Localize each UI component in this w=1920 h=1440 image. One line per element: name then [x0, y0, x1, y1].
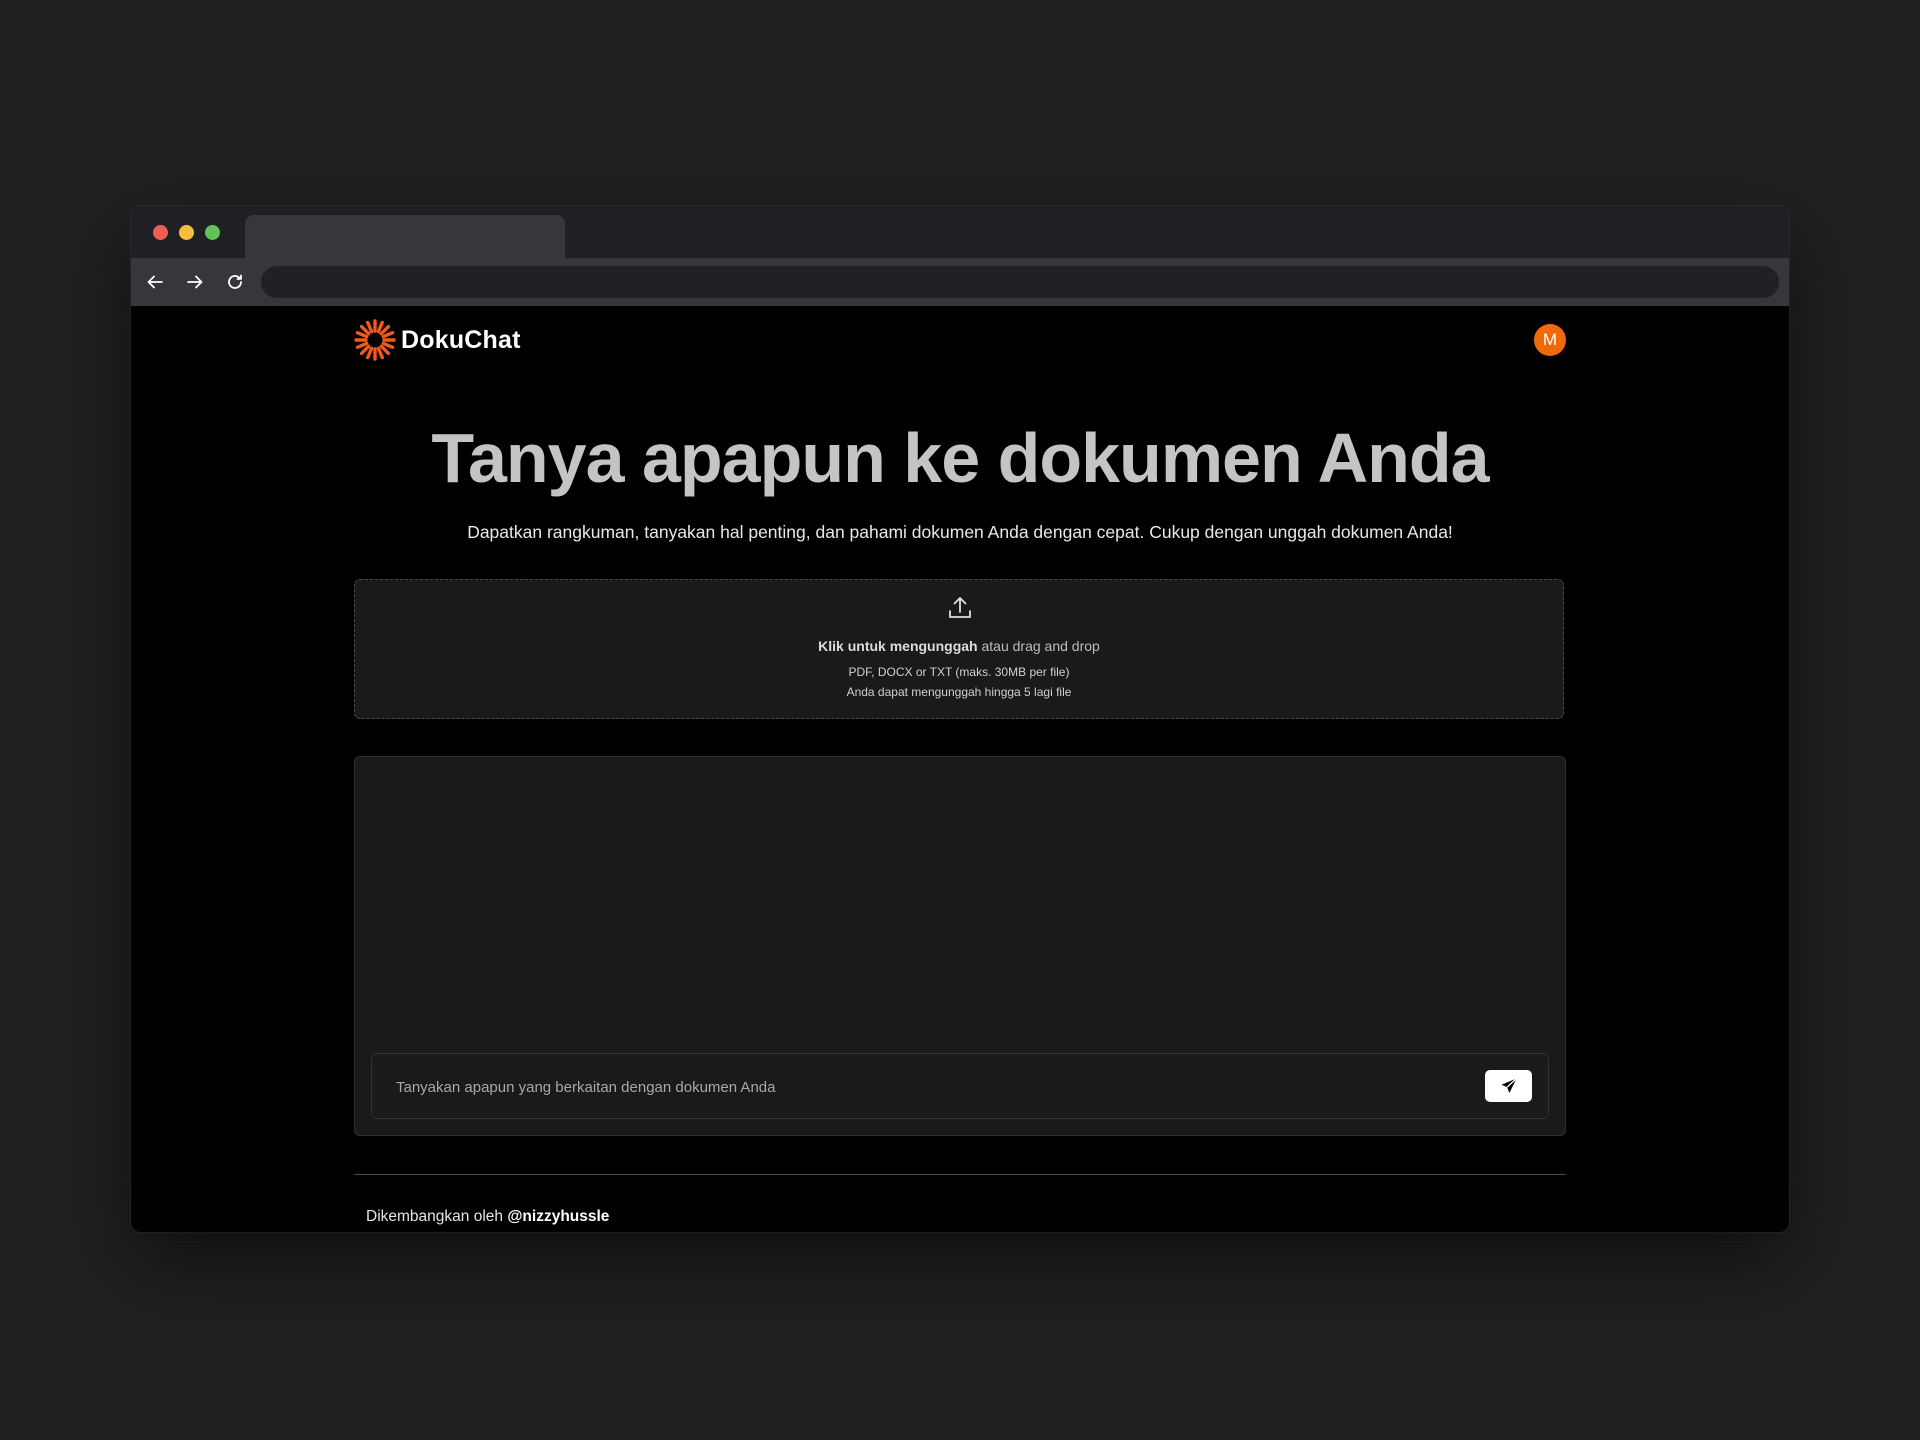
user-avatar[interactable]: M [1534, 324, 1566, 356]
browser-titlebar [131, 206, 1789, 258]
footer-prefix: Dikembangkan oleh [366, 1208, 508, 1225]
back-arrow-icon[interactable] [141, 268, 169, 296]
upload-limit: Anda dapat mengunggah hingga 5 lagi file [846, 685, 1072, 699]
page-content: DokuChat M Tanya apapun ke dokumen Anda … [131, 306, 1789, 1232]
upload-instruction: Klik untuk mengunggah atau drag and drop [355, 638, 1563, 654]
upload-icon [949, 597, 971, 618]
footer-credit: Dikembangkan oleh @nizzyhussle [366, 1208, 609, 1226]
main-container: DokuChat M Tanya apapun ke dokumen Anda … [354, 306, 1566, 1232]
chat-input-row [371, 1053, 1549, 1119]
browser-window: DokuChat M Tanya apapun ke dokumen Anda … [131, 206, 1789, 1232]
upload-drag-label: atau drag and drop [977, 638, 1100, 654]
page-title: Tanya apapun ke dokumen Anda [431, 419, 1489, 497]
app-header: DokuChat M [354, 318, 1566, 362]
footer-divider [354, 1174, 1566, 1175]
browser-tab[interactable] [245, 215, 565, 258]
forward-arrow-icon[interactable] [181, 268, 209, 296]
sunburst-logo-icon [354, 319, 396, 361]
chat-panel [354, 756, 1566, 1136]
maximize-window-button[interactable] [205, 225, 220, 240]
footer-author-link[interactable]: @nizzyhussle [507, 1208, 609, 1225]
chat-input[interactable] [394, 1072, 1478, 1102]
send-button[interactable] [1485, 1070, 1532, 1102]
address-bar[interactable] [261, 266, 1779, 298]
reload-icon[interactable] [221, 268, 249, 296]
upload-click-label[interactable]: Klik untuk mengunggah [818, 638, 977, 654]
upload-formats: PDF, DOCX or TXT (maks. 30MB per file) [848, 665, 1070, 679]
send-icon [1501, 1078, 1517, 1093]
close-window-button[interactable] [153, 225, 168, 240]
page-subtitle: Dapatkan rangkuman, tanyakan hal penting… [467, 522, 1453, 542]
brand-name[interactable]: DokuChat [401, 326, 521, 355]
minimize-window-button[interactable] [179, 225, 194, 240]
browser-toolbar [131, 258, 1789, 306]
file-upload-dropzone[interactable]: Klik untuk mengunggah atau drag and drop… [354, 579, 1564, 719]
